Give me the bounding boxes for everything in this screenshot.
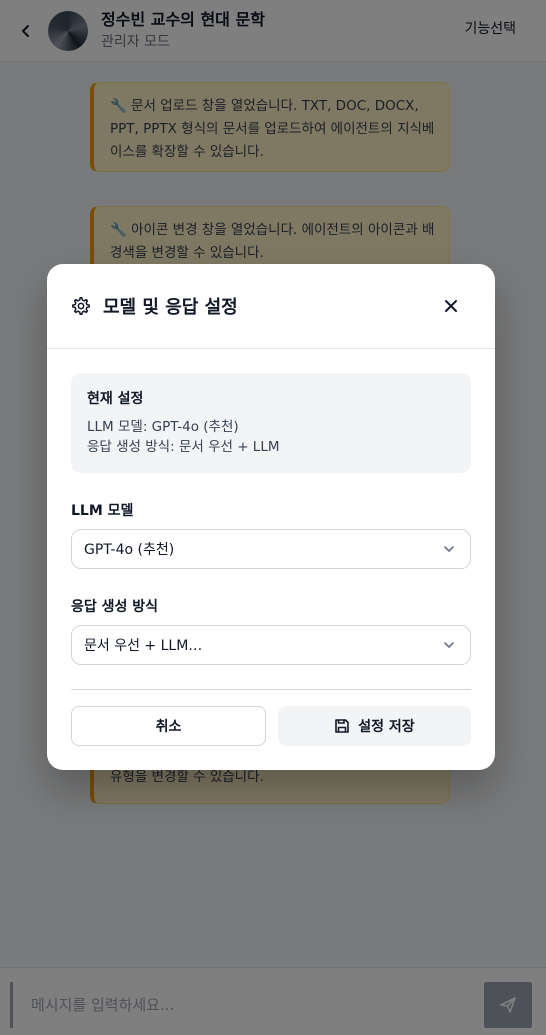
response-mode-value: 문서 우선 + LLM… — [84, 638, 203, 654]
cancel-label: 취소 — [155, 719, 182, 735]
close-icon — [445, 300, 457, 312]
gear-icon — [72, 296, 90, 315]
chevron-down-icon — [444, 642, 454, 648]
modal-title: 모델 및 응답 설정 — [103, 297, 238, 318]
save-icon — [335, 719, 350, 733]
close-button[interactable] — [439, 294, 463, 318]
response-mode-label: 응답 생성 방식 — [71, 599, 159, 615]
chevron-down-icon — [444, 546, 454, 552]
current-mode-line: 응답 생성 방식: 문서 우선 + LLM — [87, 439, 280, 455]
current-settings-box: 현재 설정 LLM 모델: GPT-4o (추천) 응답 생성 방식: 문서 우… — [71, 373, 471, 473]
settings-modal: 모델 및 응답 설정 현재 설정 LLM 모델: GPT-4o (추천) 응답 … — [47, 264, 495, 770]
save-settings-button[interactable]: 설정 저장 — [278, 706, 471, 746]
save-label: 설정 저장 — [358, 719, 415, 735]
current-settings-title: 현재 설정 — [87, 391, 144, 407]
llm-model-label: LLM 모델 — [71, 503, 134, 519]
cancel-button[interactable]: 취소 — [71, 706, 266, 746]
current-model-line: LLM 모델: GPT-4o (추천) — [87, 419, 239, 435]
response-mode-select[interactable]: 문서 우선 + LLM… — [71, 625, 471, 665]
llm-model-select[interactable]: GPT-4o (추천) — [71, 529, 471, 569]
modal-header: 모델 및 응답 설정 — [47, 264, 495, 349]
llm-model-value: GPT-4o (추천) — [84, 542, 175, 558]
divider — [71, 689, 471, 690]
